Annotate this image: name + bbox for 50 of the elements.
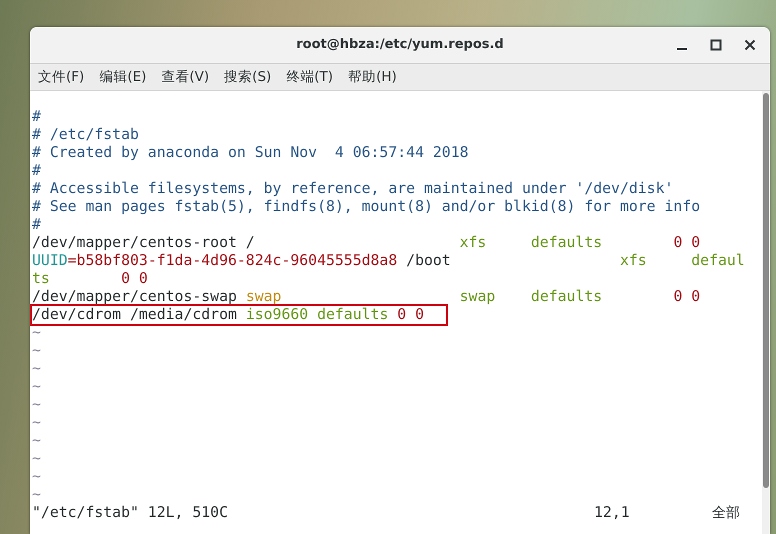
menu-item[interactable]: 搜索(S)	[222, 68, 278, 86]
comment-text: # Accessible filesystems, by reference, are maintained under '/dev/disk'	[32, 180, 674, 197]
comment-text: #	[32, 216, 41, 233]
code-text: /boot	[406, 252, 452, 269]
comment-text: # See man pages fstab(5), findfs(8), mount(8) and/or blkid(8) for more info	[32, 198, 700, 215]
empty-line-marker: ~	[32, 378, 41, 395]
empty-line-marker: ~	[32, 450, 41, 467]
scrollbar-thumb[interactable]	[763, 93, 769, 488]
empty-line-marker: ~	[32, 324, 41, 341]
close-icon[interactable]	[744, 39, 756, 51]
file-info: "/etc/fstab" 12L, 510C	[32, 504, 229, 523]
menu-item[interactable]: 终端(T)	[284, 68, 340, 86]
key-text: UUID	[32, 252, 68, 269]
number-text: =b58bf803-f1da-4d96-824c-96045555d8a8	[68, 252, 398, 269]
empty-line-marker: ~	[32, 414, 41, 431]
menu-item[interactable]: 文件(F)	[36, 68, 92, 86]
comment-text: # /etc/fstab	[32, 126, 139, 143]
cursor-position: 12,1	[594, 504, 631, 523]
field-text: defaults	[530, 288, 604, 305]
swap-text: swap	[246, 288, 282, 305]
number-text: 0 0	[397, 306, 424, 323]
empty-line-marker: ~	[32, 360, 41, 377]
empty-line-marker: ~	[32, 468, 41, 485]
code-text: /dev/mapper/centos-root /	[32, 234, 256, 251]
menu-item[interactable]: 帮助(H)	[346, 68, 404, 86]
empty-line-marker: ~	[32, 486, 41, 503]
menu-item[interactable]: 编辑(E)	[97, 68, 154, 86]
empty-line-marker: ~	[32, 342, 41, 359]
maximize-icon[interactable]	[710, 39, 722, 51]
window-title: root@hbza:/etc/yum.repos.d	[296, 37, 504, 52]
comment-text: #	[32, 108, 41, 125]
code-text: /dev/cdrom /media/cdrom	[32, 306, 238, 323]
empty-line-marker: ~	[32, 396, 41, 413]
field-text: defaul	[691, 252, 745, 269]
code-text: /dev/mapper/centos-swap	[32, 288, 238, 305]
comment-text: #	[32, 162, 41, 179]
number-text: 0 0	[121, 270, 148, 287]
scrollbar[interactable]	[762, 91, 770, 534]
scroll-position: 全部	[712, 504, 741, 523]
field-text: xfs	[620, 252, 648, 269]
number-text: 0 0	[673, 288, 700, 305]
field-text: swap	[460, 288, 496, 305]
comment-text: # Created by anaconda on Sun Nov 4 06:57:44 2018	[32, 144, 469, 161]
field-text: iso9660 defaults	[246, 306, 390, 323]
field-text: defaults	[530, 234, 604, 251]
empty-line-marker: ~	[32, 432, 41, 449]
field-text: ts	[32, 270, 51, 287]
field-text: xfs	[460, 234, 488, 251]
number-text: 0 0	[673, 234, 700, 251]
menu-item[interactable]: 查看(V)	[159, 68, 216, 86]
